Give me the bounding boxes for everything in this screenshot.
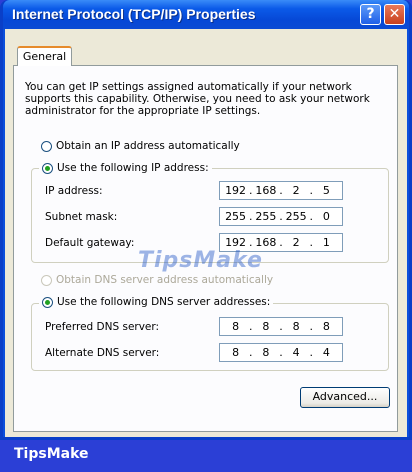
preferred-dns-label: Preferred DNS server:	[45, 321, 160, 333]
close-button[interactable]: ✕	[384, 4, 405, 25]
octet: 0	[322, 210, 330, 223]
window-title: Internet Protocol (TCP/IP) Properties	[12, 6, 256, 22]
octet: 8	[262, 346, 270, 359]
octet: 5	[322, 184, 330, 197]
dialog-window: Internet Protocol (TCP/IP) Properties ? …	[0, 0, 412, 440]
octet: 8	[232, 320, 240, 333]
radio-use-following-dns[interactable]: Use the following DNS server addresses:	[39, 296, 274, 308]
subnet-mask-input[interactable]: 255. 255. 255. 0	[219, 207, 343, 226]
octet: 1	[322, 236, 330, 249]
octet: 2	[292, 236, 300, 249]
octet: 168	[255, 184, 277, 197]
dialog-client-area: General You can get IP settings assigned…	[5, 29, 407, 437]
alternate-dns-input[interactable]: 8. 8. 4. 4	[219, 343, 343, 362]
octet: 255	[285, 210, 307, 223]
radio-use-following-ip[interactable]: Use the following IP address:	[39, 162, 212, 174]
radio-label: Use the following DNS server addresses:	[57, 296, 271, 308]
octet: 8	[322, 320, 330, 333]
ip-address-label: IP address:	[45, 185, 103, 197]
radio-button[interactable]	[42, 162, 53, 174]
question-icon: ?	[366, 6, 375, 22]
radio-button[interactable]	[42, 296, 53, 308]
octet: 168	[255, 236, 277, 249]
default-gateway-input[interactable]: 192. 168. 2. 1	[219, 233, 343, 252]
octet: 8	[292, 320, 300, 333]
default-gateway-label: Default gateway:	[45, 237, 135, 249]
close-icon: ✕	[388, 6, 401, 22]
octet: 192	[225, 236, 247, 249]
title-bar[interactable]: Internet Protocol (TCP/IP) Properties ? …	[3, 0, 409, 29]
ip-address-input[interactable]: 192. 168. 2. 5	[219, 181, 343, 200]
preferred-dns-input[interactable]: 8. 8. 8. 8	[219, 317, 343, 336]
intro-text: You can get IP settings assigned automat…	[25, 81, 370, 117]
help-button[interactable]: ?	[360, 4, 381, 25]
tab-general[interactable]: General	[17, 46, 72, 66]
octet: 255	[255, 210, 277, 223]
footer-brand: TipsMake	[14, 446, 89, 462]
radio-button[interactable]	[41, 140, 52, 152]
subnet-mask-label: Subnet mask:	[45, 211, 118, 223]
radio-label: Obtain DNS server address automatically	[56, 274, 274, 286]
octet: 255	[225, 210, 247, 223]
advanced-button[interactable]: Advanced...	[300, 387, 390, 408]
octet: 192	[225, 184, 247, 197]
radio-button[interactable]	[41, 274, 52, 286]
radio-label: Use the following IP address:	[57, 162, 209, 174]
octet: 4	[322, 346, 330, 359]
octet: 2	[292, 184, 300, 197]
octet: 8	[262, 320, 270, 333]
radio-obtain-ip-auto[interactable]: Obtain an IP address automatically	[41, 140, 240, 152]
radio-label: Obtain an IP address automatically	[56, 140, 240, 152]
octet: 4	[292, 346, 300, 359]
alternate-dns-label: Alternate DNS server:	[45, 347, 160, 359]
octet: 8	[232, 346, 240, 359]
radio-obtain-dns-auto[interactable]: Obtain DNS server address automatically	[41, 274, 273, 286]
